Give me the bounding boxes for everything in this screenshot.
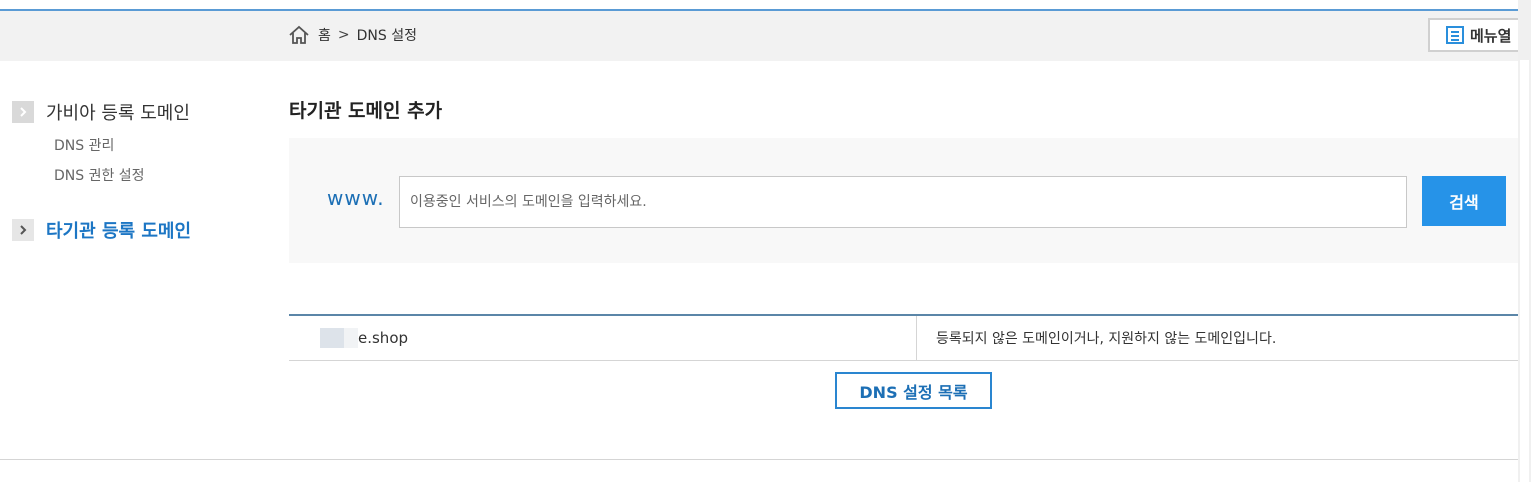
search-button[interactable]: 검색	[1422, 176, 1506, 226]
sidebar-item-other-domains[interactable]: 타기관 등록 도메인	[12, 217, 191, 243]
scrollbar[interactable]	[1518, 0, 1531, 482]
breadcrumb-home-link[interactable]: 홈	[318, 25, 331, 45]
breadcrumb-bar: 홈 > DNS 설정 메뉴열	[0, 11, 1531, 61]
masked-text	[320, 328, 358, 348]
sidebar-group-title: 타기관 등록 도메인	[46, 221, 192, 242]
domain-input[interactable]	[399, 176, 1407, 228]
sidebar-item-dns-manage[interactable]: DNS 관리	[54, 135, 114, 155]
sidebar-item-dns-permission[interactable]: DNS 권한 설정	[54, 165, 145, 185]
menu-icon	[1446, 26, 1464, 44]
breadcrumb-current: DNS 설정	[356, 28, 417, 44]
chevron-right-icon	[12, 219, 34, 241]
footer-divider	[0, 459, 1520, 460]
menu-button[interactable]: 메뉴열	[1428, 18, 1531, 52]
breadcrumb-separator: >	[337, 27, 350, 43]
cell-divider	[916, 316, 917, 360]
page-title: 타기관 도메인 추가	[289, 100, 443, 122]
sidebar-group-title: 가비아 등록 도메인	[46, 103, 190, 124]
chevron-right-icon	[12, 101, 34, 123]
menu-button-label: 메뉴열	[1470, 26, 1512, 45]
top-area	[0, 0, 1531, 9]
result-domain: e.shop	[358, 329, 409, 347]
scrollbar-thumb[interactable]	[1520, 60, 1529, 482]
domain-search-panel: www. 검색	[289, 138, 1520, 263]
result-message: 등록되지 않은 도메인이거나, 지원하지 않는 도메인입니다.	[936, 331, 1277, 347]
www-prefix: www.	[327, 186, 385, 210]
result-table: e.shop 등록되지 않은 도메인이거나, 지원하지 않는 도메인입니다.	[289, 314, 1520, 361]
result-domain-cell: e.shop	[320, 316, 408, 360]
home-icon[interactable]	[288, 24, 310, 46]
sidebar-item-gabia-domains[interactable]: 가비아 등록 도메인	[12, 99, 190, 125]
dns-list-button[interactable]: DNS 설정 목록	[835, 372, 992, 409]
breadcrumb: 홈 > DNS 설정	[288, 24, 417, 46]
